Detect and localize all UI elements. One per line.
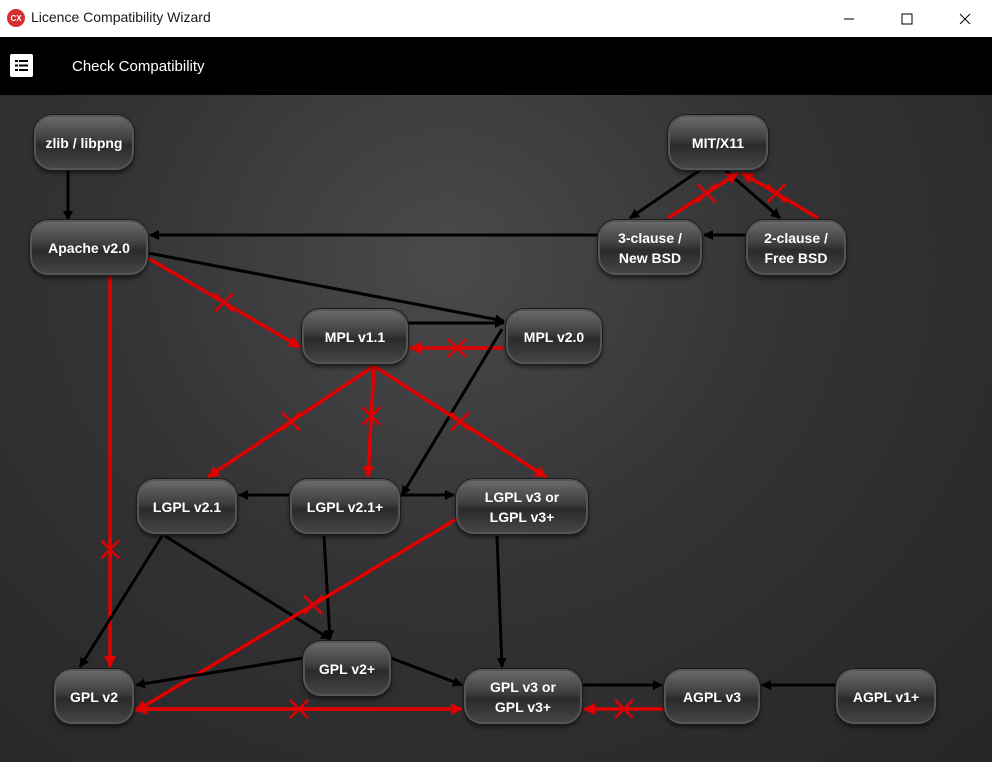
window-title: Licence Compatibility Wizard [31, 9, 211, 25]
menu-button[interactable] [10, 54, 33, 77]
close-button[interactable] [936, 0, 992, 37]
incompatible-cross-icon [281, 411, 301, 432]
edge-layer [63, 168, 836, 719]
check-compatibility-button[interactable]: Check Compatibility [72, 58, 205, 75]
incompatible-cross-icon [766, 183, 787, 204]
licence-node-mpl11[interactable]: MPL v1.1 [302, 309, 408, 364]
app-logo-icon: CX [7, 9, 25, 27]
licence-node-lgpl3[interactable]: LGPL v3 or LGPL v3+ [456, 479, 588, 534]
minimize-icon [844, 18, 854, 19]
licence-node-mit[interactable]: MIT/X11 [668, 115, 768, 170]
licence-node-mpl20[interactable]: MPL v2.0 [506, 309, 602, 364]
diagram-canvas: zlib / libpng MIT/X11 Apache v2.0 3-clause … [0, 95, 992, 762]
edge-mpl11-to-lgpl21p [362, 365, 376, 478]
incompatible-cross-icon [450, 411, 470, 432]
licence-node-bsd2[interactable]: 2-clause / Free BSD [746, 220, 846, 275]
incompatible-cross-icon [303, 594, 323, 615]
maximize-button[interactable] [878, 0, 936, 37]
incompatible-cross-icon [214, 292, 234, 313]
licence-node-lgpl21p[interactable]: LGPL v2.1+ [290, 479, 400, 534]
edge-lgpl21p-to-gpl2p [322, 535, 335, 640]
edge-lgpl21-to-gpl2p [164, 534, 331, 641]
minimize-button[interactable] [820, 0, 878, 37]
licence-node-gpl2p[interactable]: GPL v2+ [303, 641, 391, 696]
licence-node-apache[interactable]: Apache v2.0 [30, 220, 148, 275]
incompatible-cross-icon [696, 183, 717, 204]
edge-lgpl21-to-gpl2 [78, 535, 164, 668]
edge-mit-to-bsd3 [629, 168, 701, 220]
licence-node-bsd3[interactable]: 3-clause / New BSD [598, 220, 702, 275]
licence-node-agpl3[interactable]: AGPL v3 [664, 669, 760, 724]
maximize-icon [901, 13, 913, 24]
licence-node-gpl3[interactable]: GPL v3 or GPL v3+ [464, 669, 582, 724]
list-icon [13, 57, 30, 74]
edge-lgpl3-to-gpl3 [495, 535, 507, 668]
toolbar: Check Compatibility [0, 37, 992, 95]
licence-node-lgpl21[interactable]: LGPL v2.1 [137, 479, 237, 534]
licence-node-gpl2[interactable]: GPL v2 [54, 669, 134, 724]
licence-node-agpl1[interactable]: AGPL v1+ [836, 669, 936, 724]
licence-node-zlib[interactable]: zlib / libpng [34, 115, 134, 170]
close-icon [959, 13, 971, 24]
title-bar: CX Licence Compatibility Wizard [0, 0, 992, 37]
edge-gpl2p-to-gpl3 [390, 656, 463, 687]
